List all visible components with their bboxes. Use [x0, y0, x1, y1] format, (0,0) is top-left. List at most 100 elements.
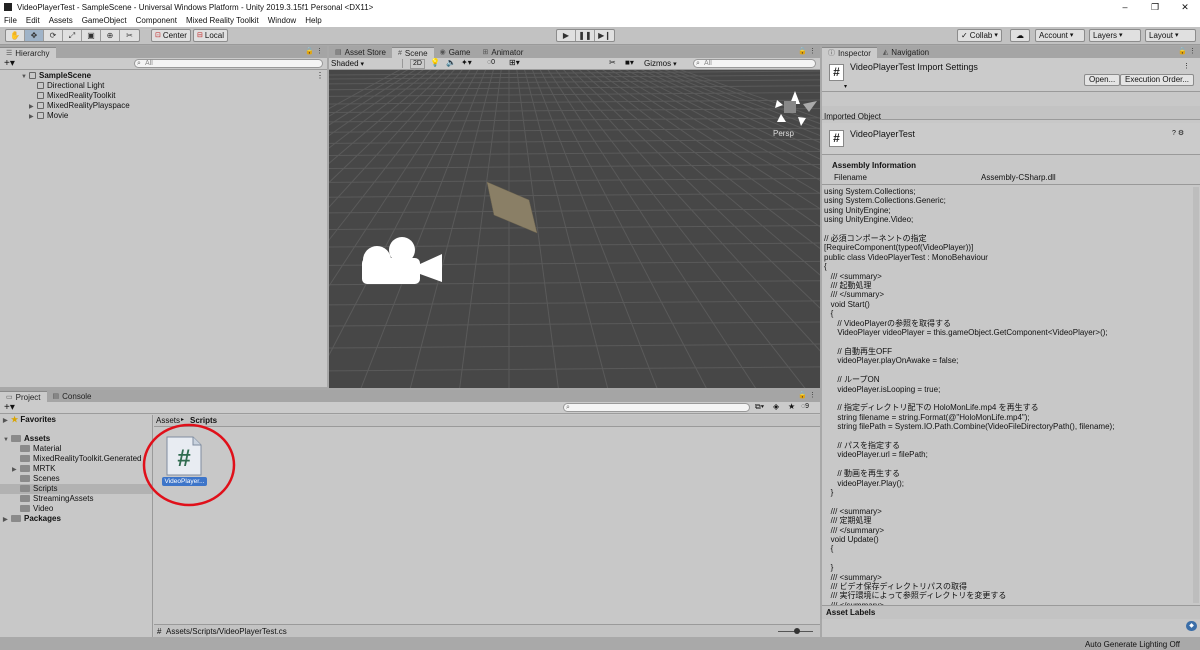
- folder-icon: ▭: [6, 393, 13, 401]
- help-icon[interactable]: ? ⚙: [1172, 129, 1184, 137]
- hidden-objects-toggle[interactable]: ◌0: [487, 59, 495, 66]
- hierarchy-item-playspace[interactable]: ▶ MixedRealityPlayspace: [29, 101, 130, 111]
- menu-edit[interactable]: Edit: [26, 16, 40, 25]
- asset-label-tag-icon[interactable]: ◆: [1186, 621, 1197, 631]
- asset-menu-chevron-icon[interactable]: ▾: [844, 83, 847, 90]
- step-button[interactable]: ▶❙: [595, 30, 614, 41]
- create-plus-icon[interactable]: +▾: [4, 58, 15, 69]
- gizmos-dropdown[interactable]: Gizmos: [644, 59, 677, 68]
- hierarchy-search-input[interactable]: All: [134, 59, 323, 68]
- lighting-toggle-icon[interactable]: 💡: [430, 58, 440, 67]
- tree-folder-mrtk[interactable]: ▶ MRTK: [12, 464, 56, 474]
- menu-assets[interactable]: Assets: [49, 16, 73, 25]
- expand-arrow-icon[interactable]: ▼: [21, 72, 29, 82]
- tree-folder-video[interactable]: Video: [12, 504, 53, 514]
- hierarchy-item-mrtk[interactable]: MixedRealityToolkit: [29, 91, 115, 101]
- tools-toggle-icon[interactable]: ✂: [609, 58, 616, 67]
- scene-search-input[interactable]: All: [693, 59, 816, 68]
- execution-order-button[interactable]: Execution Order...: [1120, 74, 1195, 86]
- tree-folder-material[interactable]: Material: [12, 444, 61, 454]
- tree-packages[interactable]: ▶ Packages: [3, 514, 61, 524]
- hierarchy-item-directional-light[interactable]: Directional Light: [29, 81, 104, 91]
- close-button[interactable]: ✕: [1170, 0, 1200, 14]
- pause-button[interactable]: ❚❚: [576, 30, 595, 41]
- tree-folder-scripts[interactable]: Scripts: [12, 484, 57, 494]
- tab-inspector[interactable]: ⓘ Inspector: [822, 47, 877, 58]
- tree-favorites[interactable]: ▶ ★ Favorites: [3, 415, 56, 425]
- camera-gizmo-icon[interactable]: [362, 237, 442, 284]
- collab-dropdown[interactable]: ✓ Collab: [957, 29, 1002, 42]
- menu-file[interactable]: File: [4, 16, 17, 25]
- project-panel: ▭Project ▤Console 🔒 ⋮ +▾ ⧉▾ ◈ ★ ◌9 ▶★ Fa…: [0, 390, 820, 637]
- pivot-space-toggle[interactable]: ⊟ Local: [193, 29, 228, 42]
- tab-asset-store[interactable]: ▤ Asset Store: [329, 47, 392, 58]
- imported-object-label: Imported Object: [824, 112, 881, 121]
- panel-menu-icon[interactable]: 🔒 ⋮: [798, 391, 816, 399]
- maximize-button[interactable]: ❐: [1140, 0, 1170, 14]
- folder-label: Scripts: [33, 484, 58, 493]
- favorite-star-icon[interactable]: ★: [788, 402, 795, 411]
- expand-arrow-icon[interactable]: ▶: [3, 515, 11, 525]
- persp-label[interactable]: Persp: [773, 129, 794, 138]
- shading-mode-dropdown[interactable]: Shaded: [331, 59, 403, 68]
- hidden-packages-toggle[interactable]: ◌9: [801, 403, 809, 410]
- expand-arrow-icon[interactable]: ▶: [3, 416, 11, 426]
- panel-menu-icon[interactable]: 🔒 ⋮: [305, 47, 323, 55]
- icon-size-slider-thumb[interactable]: [794, 628, 800, 634]
- menu-component[interactable]: Component: [136, 16, 177, 25]
- panel-menu-icon[interactable]: 🔒 ⋮: [798, 47, 816, 55]
- scale-tool-icon[interactable]: ⤢: [63, 30, 82, 41]
- menu-window[interactable]: Window: [268, 16, 296, 25]
- tab-console[interactable]: ▤ Console: [47, 391, 98, 402]
- open-button[interactable]: Open...: [1084, 74, 1121, 86]
- transform-tool-icon[interactable]: ⊕: [101, 30, 120, 41]
- tab-game[interactable]: ◉ Game: [434, 47, 477, 58]
- layers-dropdown[interactable]: Layers: [1089, 29, 1141, 42]
- code-scrollbar[interactable]: [1193, 187, 1199, 603]
- cloud-button[interactable]: ☁: [1010, 29, 1030, 42]
- menu-gameobject[interactable]: GameObject: [82, 16, 127, 25]
- camera-toggle-icon[interactable]: ■▾: [625, 58, 634, 67]
- menu-help[interactable]: Help: [305, 16, 321, 25]
- grid-toggle-icon[interactable]: ⊞▾: [509, 58, 520, 67]
- rect-tool-icon[interactable]: ▣: [82, 30, 101, 41]
- account-dropdown[interactable]: Account: [1035, 29, 1085, 42]
- audio-toggle-icon[interactable]: 🔈: [446, 58, 456, 67]
- scene-menu-icon[interactable]: ⋮: [316, 71, 324, 80]
- create-plus-icon[interactable]: +▾: [4, 402, 15, 413]
- play-button[interactable]: ▶: [557, 30, 576, 41]
- animator-icon: ⊞: [482, 49, 489, 56]
- panel-menu-icon[interactable]: 🔒 ⋮: [1178, 47, 1196, 55]
- effects-toggle-icon[interactable]: ✦▾: [461, 58, 472, 67]
- tab-project[interactable]: ▭ Project: [0, 391, 47, 402]
- pivot-center-toggle[interactable]: ⊡ Center: [151, 29, 191, 42]
- tree-folder-scenes[interactable]: Scenes: [12, 474, 60, 484]
- tree-assets[interactable]: ▼ Assets: [3, 434, 50, 444]
- minimize-button[interactable]: –: [1110, 0, 1140, 14]
- custom-tool-icon[interactable]: ✂: [120, 30, 139, 41]
- move-tool-icon[interactable]: ✥: [25, 30, 44, 41]
- settings-menu-icon[interactable]: ⋮: [1183, 62, 1190, 70]
- tree-folder-streamingassets[interactable]: StreamingAssets: [12, 494, 93, 504]
- hierarchy-item-movie[interactable]: ▶ Movie: [29, 111, 68, 121]
- rotate-tool-icon[interactable]: ⟳: [44, 30, 63, 41]
- 2d-toggle[interactable]: 2D: [410, 59, 425, 69]
- video-quad[interactable]: [486, 181, 538, 234]
- scene-viewport[interactable]: Persp: [329, 70, 820, 388]
- tree-folder-mrtk-generated[interactable]: MixedRealityToolkit.Generated: [12, 454, 142, 464]
- project-search-input[interactable]: [563, 403, 750, 412]
- tab-animator[interactable]: ⊞ Animator: [476, 47, 529, 58]
- collab-icon: ✓: [961, 31, 968, 40]
- tab-hierarchy[interactable]: ☰ Hierarchy: [0, 47, 56, 58]
- tab-scene[interactable]: # Scene: [391, 47, 434, 58]
- folder-label: Material: [33, 444, 62, 453]
- scene-root-item[interactable]: ▼ SampleScene: [21, 71, 91, 81]
- expand-arrow-icon[interactable]: ▼: [3, 435, 11, 445]
- filter-label-icon[interactable]: ◈: [773, 402, 779, 411]
- tab-navigation[interactable]: ◭ Navigation: [877, 47, 935, 58]
- menu-mixed-reality-toolkit[interactable]: Mixed Reality Toolkit: [186, 16, 259, 25]
- hand-tool-icon[interactable]: ✋: [6, 30, 25, 41]
- filter-type-icon[interactable]: ⧉▾: [755, 402, 764, 412]
- layout-dropdown[interactable]: Layout: [1145, 29, 1196, 42]
- expand-arrow-icon[interactable]: ▶: [29, 112, 37, 122]
